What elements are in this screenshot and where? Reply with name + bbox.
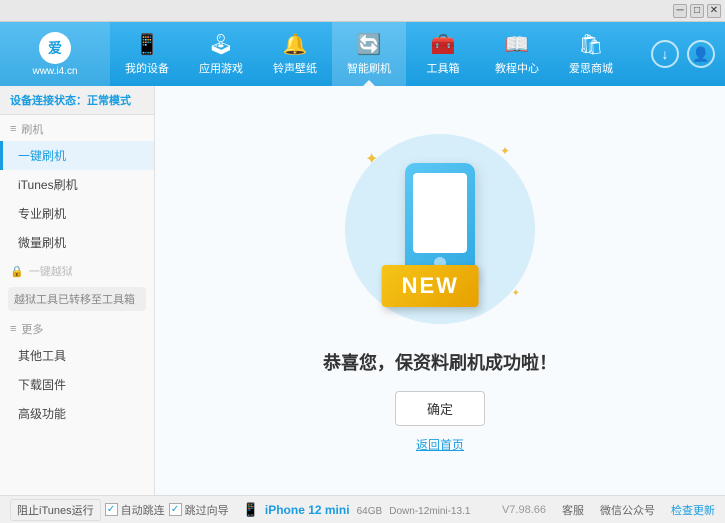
main-area: 设备连接状态：正常模式 ≡ 刷机 一键刷机 iTunes刷机 专业刷机 微量刷机… — [0, 86, 725, 495]
maximize-btn[interactable]: □ — [690, 4, 704, 18]
auto-jump-label: 自动跳连 — [121, 502, 165, 518]
tutorial-label: 教程中心 — [495, 60, 539, 76]
title-bar: ─ □ ✕ — [0, 0, 725, 22]
device-info: 📱 iPhone 12 mini 64GB Down-12mini-13.1 — [243, 502, 471, 518]
shopping-icon: 🛍 — [578, 32, 603, 57]
section-more-icon: ≡ — [10, 323, 16, 335]
sidebar-item-one-key-flash[interactable]: 一键刷机 — [0, 141, 154, 170]
sidebar-item-advanced[interactable]: 高级功能 — [0, 399, 154, 428]
shopping-label: 爱思商城 — [569, 60, 613, 76]
checkbox-skip-wizard[interactable]: ✓ 跳过向导 — [169, 502, 229, 518]
version-label: V7.98.66 — [502, 504, 546, 516]
stop-itunes-label: 阻止iTunes运行 — [17, 502, 94, 518]
sidebar-item-label: 专业刷机 — [18, 205, 66, 222]
nav-toolbox[interactable]: 🧰 工具箱 — [406, 22, 480, 86]
ringtone-label: 铃声壁纸 — [273, 60, 317, 76]
section-flash-icon: ≡ — [10, 123, 16, 135]
jailbreak-info-box: 越狱工具已转移至工具箱 — [8, 287, 146, 311]
status-value: 正常模式 — [87, 95, 131, 107]
sidebar-item-download-firmware[interactable]: 下载固件 — [0, 370, 154, 399]
nav-apps-games[interactable]: 🕹 应用游戏 — [184, 22, 258, 86]
device-firmware: Down-12mini-13.1 — [389, 506, 470, 517]
bottom-right: V7.98.66 客服 微信公众号 检查更新 — [502, 502, 715, 518]
status-label: 设备连接状态： — [10, 95, 87, 107]
smart-shop-label: 智能刷机 — [347, 60, 391, 76]
bottom-left: 阻止iTunes运行 ✓ 自动跳连 ✓ 跳过向导 📱 iPhone 12 min… — [10, 499, 502, 521]
sidebar-item-label: 下载固件 — [18, 376, 66, 393]
section-flash[interactable]: ≡ 刷机 — [0, 115, 154, 141]
back-home-link[interactable]: 返回首页 — [416, 436, 464, 453]
lock-icon: 🔒 — [10, 265, 24, 278]
sparkle-1: ✦ — [365, 149, 378, 169]
sidebar-item-pro-flash[interactable]: 专业刷机 — [0, 199, 154, 228]
phone-illustration: ✦ ✦ ✦ NEW — [340, 129, 540, 329]
sparkle-3: ✦ — [512, 288, 520, 299]
sidebar-item-label: 一键刷机 — [18, 147, 66, 164]
download-btn[interactable]: ↓ — [651, 40, 679, 68]
sidebar-item-label: iTunes刷机 — [18, 176, 78, 193]
my-device-icon: 📱 — [135, 32, 160, 57]
section-more-label: 更多 — [21, 321, 43, 337]
section-jailbreak-label: 一键越狱 — [29, 263, 73, 279]
logo-area[interactable]: 爱 www.i4.cn — [0, 22, 110, 86]
device-storage: 64GB — [357, 506, 383, 517]
nav-smart-shop[interactable]: 🔄 智能刷机 — [332, 22, 406, 86]
stop-itunes-btn[interactable]: 阻止iTunes运行 — [10, 499, 101, 521]
apps-games-label: 应用游戏 — [199, 60, 243, 76]
skip-wizard-label: 跳过向导 — [185, 502, 229, 518]
ringtone-icon: 🔔 — [283, 32, 308, 57]
nav-tutorial[interactable]: 📖 教程中心 — [480, 22, 554, 86]
sidebar-item-label: 其他工具 — [18, 347, 66, 364]
top-nav: 爱 www.i4.cn 📱 我的设备 🕹 应用游戏 🔔 铃声壁纸 🔄 智能刷机 … — [0, 22, 725, 86]
device-icon: 📱 — [243, 502, 259, 517]
new-ribbon: NEW — [382, 265, 479, 307]
nav-items: 📱 我的设备 🕹 应用游戏 🔔 铃声壁纸 🔄 智能刷机 🧰 工具箱 📖 教程中心… — [110, 22, 651, 86]
section-more[interactable]: ≡ 更多 — [0, 315, 154, 341]
my-device-label: 我的设备 — [125, 60, 169, 76]
nav-shopping[interactable]: 🛍 爱思商城 — [554, 22, 628, 86]
sparkle-2: ✦ — [500, 144, 510, 158]
tutorial-icon: 📖 — [505, 32, 530, 57]
user-btn[interactable]: 👤 — [687, 40, 715, 68]
nav-my-device[interactable]: 📱 我的设备 — [110, 22, 184, 86]
connection-status: 设备连接状态：正常模式 — [0, 86, 154, 115]
logo-icon: 爱 — [39, 32, 71, 64]
confirm-button[interactable]: 确定 — [395, 391, 485, 426]
customer-service-link[interactable]: 客服 — [562, 502, 584, 518]
section-jailbreak[interactable]: 🔒 一键越狱 — [0, 257, 154, 283]
content-area: ✦ ✦ ✦ NEW 恭喜您，保资料刷机成功啦！ 确定 返回首页 — [155, 86, 725, 495]
sidebar-item-other-tools[interactable]: 其他工具 — [0, 341, 154, 370]
minimize-btn[interactable]: ─ — [673, 4, 687, 18]
nav-ringtone[interactable]: 🔔 铃声壁纸 — [258, 22, 332, 86]
device-name: iPhone 12 mini — [265, 503, 350, 517]
wechat-link[interactable]: 微信公众号 — [600, 502, 655, 518]
skip-wizard-checkbox[interactable]: ✓ — [169, 503, 182, 516]
success-text: 恭喜您，保资料刷机成功啦！ — [323, 349, 557, 375]
phone-screen — [413, 173, 467, 253]
sidebar-item-label: 微量刷机 — [18, 234, 66, 251]
apps-games-icon: 🕹 — [208, 32, 233, 57]
toolbox-label: 工具箱 — [427, 60, 460, 76]
nav-right: ↓ 👤 — [651, 40, 725, 68]
close-btn[interactable]: ✕ — [707, 4, 721, 18]
bottom-bar: 阻止iTunes运行 ✓ 自动跳连 ✓ 跳过向导 📱 iPhone 12 min… — [0, 495, 725, 523]
auto-jump-checkbox[interactable]: ✓ — [105, 503, 118, 516]
checkbox-auto-jump[interactable]: ✓ 自动跳连 — [105, 502, 165, 518]
section-flash-label: 刷机 — [21, 121, 43, 137]
sidebar-item-micro-flash[interactable]: 微量刷机 — [0, 228, 154, 257]
sidebar: 设备连接状态：正常模式 ≡ 刷机 一键刷机 iTunes刷机 专业刷机 微量刷机… — [0, 86, 155, 495]
sidebar-item-label: 高级功能 — [18, 405, 66, 422]
sidebar-item-itunes-flash[interactable]: iTunes刷机 — [0, 170, 154, 199]
logo-site: www.i4.cn — [32, 66, 77, 77]
toolbox-icon: 🧰 — [431, 32, 456, 57]
smart-shop-icon: 🔄 — [357, 32, 382, 57]
check-update-link[interactable]: 检查更新 — [671, 502, 715, 518]
